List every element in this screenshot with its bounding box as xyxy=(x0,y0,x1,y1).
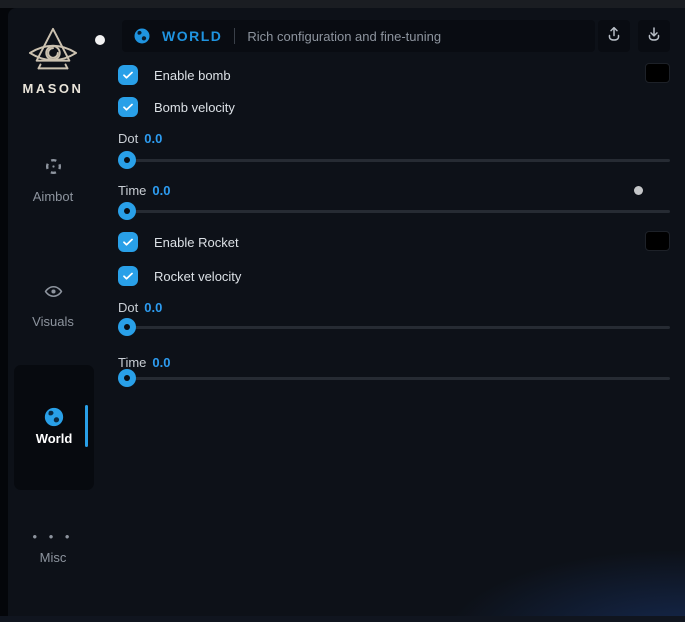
sidebar-item-misc[interactable]: • • • Misc xyxy=(8,532,98,565)
ellipsis-icon: • • • xyxy=(33,532,74,542)
toggle-enable-bomb[interactable]: Enable bomb xyxy=(118,65,231,85)
globe-icon xyxy=(133,27,151,45)
app-window: MASON Aimbot Visuals xyxy=(8,8,685,616)
toggle-label: Enable bomb xyxy=(154,68,231,83)
slider-label-bomb-dot: Dot 0.0 xyxy=(118,131,162,146)
slider-track-rocket-time[interactable] xyxy=(118,377,670,380)
slider-track-bomb-time[interactable] xyxy=(118,210,670,213)
crosshair-icon xyxy=(44,157,63,181)
slider-value: 0.0 xyxy=(152,355,170,370)
toggle-label: Rocket velocity xyxy=(154,269,241,284)
download-icon xyxy=(645,25,663,48)
indicator-dot xyxy=(634,186,643,195)
checkbox-checked-icon[interactable] xyxy=(118,65,138,85)
sidebar-item-visuals[interactable]: Visuals xyxy=(8,282,98,329)
slider-label-rocket-dot: Dot 0.0 xyxy=(118,300,162,315)
toggle-rocket-velocity[interactable]: Rocket velocity xyxy=(118,266,241,286)
toggle-enable-rocket[interactable]: Enable Rocket xyxy=(118,232,239,252)
checkbox-checked-icon[interactable] xyxy=(118,266,138,286)
page-title: WORLD xyxy=(162,28,222,44)
bomb-color-swatch[interactable] xyxy=(645,63,670,83)
bottom-strip xyxy=(0,616,685,622)
mason-logo-icon xyxy=(8,26,98,78)
slider-name: Dot xyxy=(118,131,138,146)
slider-label-rocket-time: Time 0.0 xyxy=(118,355,170,370)
sidebar-item-aimbot[interactable]: Aimbot xyxy=(8,157,98,204)
slider-knob-bomb-time[interactable] xyxy=(118,202,136,220)
slider-track-rocket-dot[interactable] xyxy=(118,326,670,329)
slider-value: 0.0 xyxy=(152,183,170,198)
slider-value: 0.0 xyxy=(144,131,162,146)
slider-name: Time xyxy=(118,183,146,198)
page-header: WORLD Rich configuration and fine-tuning xyxy=(122,20,595,52)
slider-knob-rocket-dot[interactable] xyxy=(118,318,136,336)
slider-name: Time xyxy=(118,355,146,370)
screen: MASON Aimbot Visuals xyxy=(0,0,685,622)
header-divider xyxy=(234,28,235,44)
knob-center xyxy=(124,157,130,163)
upload-icon xyxy=(605,25,623,48)
slider-label-bomb-time: Time 0.0 xyxy=(118,183,170,198)
background-glow xyxy=(425,542,685,622)
sidebar-item-label: Misc xyxy=(40,550,67,565)
eye-icon xyxy=(44,282,63,306)
cursor-dot xyxy=(95,35,105,45)
slider-knob-bomb-dot[interactable] xyxy=(118,151,136,169)
checkbox-checked-icon[interactable] xyxy=(118,232,138,252)
sidebar-item-label: Visuals xyxy=(32,314,74,329)
brand: MASON xyxy=(8,26,98,96)
toggle-bomb-velocity[interactable]: Bomb velocity xyxy=(118,97,235,117)
page-subtitle: Rich configuration and fine-tuning xyxy=(247,29,441,44)
slider-value: 0.0 xyxy=(144,300,162,315)
sidebar-item-label: Aimbot xyxy=(33,189,73,204)
slider-knob-rocket-time[interactable] xyxy=(118,369,136,387)
sidebar: MASON Aimbot Visuals xyxy=(8,8,108,616)
sidebar-item-label: World xyxy=(14,431,94,446)
checkbox-checked-icon[interactable] xyxy=(118,97,138,117)
rocket-color-swatch[interactable] xyxy=(645,231,670,251)
globe-icon xyxy=(43,406,65,433)
top-strip xyxy=(0,0,685,8)
slider-name: Dot xyxy=(118,300,138,315)
knob-center xyxy=(124,375,130,381)
slider-track-bomb-dot[interactable] xyxy=(118,159,670,162)
knob-center xyxy=(124,324,130,330)
sidebar-item-world[interactable]: World xyxy=(14,365,94,490)
brand-name: MASON xyxy=(8,81,98,96)
download-config-button[interactable] xyxy=(638,20,670,52)
knob-center xyxy=(124,208,130,214)
active-indicator xyxy=(85,405,88,447)
toggle-label: Enable Rocket xyxy=(154,235,239,250)
toggle-label: Bomb velocity xyxy=(154,100,235,115)
upload-config-button[interactable] xyxy=(598,20,630,52)
